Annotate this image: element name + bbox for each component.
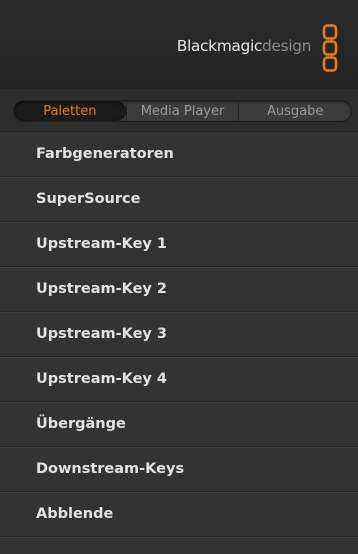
tab-media-player[interactable]: Media Player: [125, 101, 239, 121]
palette-item-upstream-key-1[interactable]: Upstream-Key 1: [0, 222, 358, 267]
header-bar: Blackmagicdesign: [0, 0, 358, 90]
segmented-tabs: Paletten Media Player Ausgabe: [13, 100, 352, 122]
palette-item-upstream-key-3[interactable]: Upstream-Key 3: [0, 312, 358, 357]
palette-item-uebergaenge[interactable]: Übergänge: [0, 402, 358, 447]
blackmagic-logo-icon: [322, 24, 338, 72]
tab-ausgabe[interactable]: Ausgabe: [238, 101, 351, 121]
palette-panel: Blackmagicdesign Paletten Media Player A…: [0, 0, 358, 554]
palette-item-downstream-keys[interactable]: Downstream-Keys: [0, 447, 358, 492]
palette-list: Farbgeneratoren SuperSource Upstream-Key…: [0, 132, 358, 537]
brand-name-bold: Blackmagic: [176, 37, 263, 55]
palette-item-supersource[interactable]: SuperSource: [0, 177, 358, 222]
brand-wordmark: Blackmagicdesign: [176, 37, 312, 55]
palette-item-upstream-key-2[interactable]: Upstream-Key 2: [0, 267, 358, 312]
palette-item-upstream-key-4[interactable]: Upstream-Key 4: [0, 357, 358, 402]
brand-name-light: design: [261, 37, 311, 55]
tab-paletten[interactable]: Paletten: [14, 101, 126, 121]
tab-bar: Paletten Media Player Ausgabe: [0, 89, 358, 132]
palette-item-farbgeneratoren[interactable]: Farbgeneratoren: [0, 132, 358, 177]
palette-item-abblende[interactable]: Abblende: [0, 492, 358, 537]
